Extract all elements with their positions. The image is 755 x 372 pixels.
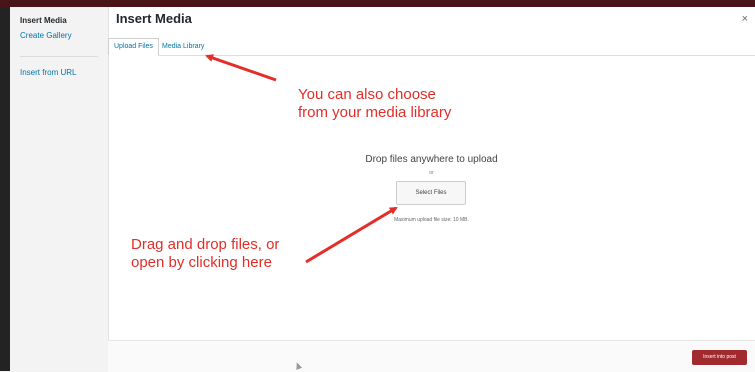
insert-into-post-button[interactable]: Insert into post	[692, 350, 747, 365]
media-main: Insert Media × Upload Files Media Librar…	[108, 7, 755, 372]
media-sidebar: Insert Media Create Gallery Insert from …	[10, 7, 109, 371]
annotation-line: open by clicking here	[131, 254, 272, 271]
insert-media-modal: Insert Media Create Gallery Insert from …	[10, 7, 755, 372]
modal-title: Insert Media	[116, 11, 192, 26]
create-gallery-link[interactable]: Create Gallery	[20, 31, 72, 40]
insert-from-url-link[interactable]: Insert from URL	[20, 68, 76, 77]
left-edge	[0, 7, 10, 371]
annotation-line: from your media library	[298, 104, 452, 121]
or-text: or	[429, 170, 434, 176]
drop-files-heading: Drop files anywhere to upload	[365, 154, 498, 165]
media-tabs: Upload Files Media Library	[108, 33, 755, 56]
annotation-line: You can also choose	[298, 86, 436, 103]
select-files-button[interactable]: Select Files	[396, 181, 466, 205]
media-library-annotation: You can also choose from your media libr…	[298, 86, 451, 122]
sidebar-title: Insert Media	[20, 16, 67, 25]
tab-upload-files[interactable]: Upload Files	[108, 38, 159, 56]
tab-media-library[interactable]: Media Library	[156, 38, 210, 56]
drag-drop-annotation: Drag and drop files, or open by clicking…	[131, 236, 279, 272]
modal-footer: Insert into post	[108, 340, 755, 372]
top-bar	[0, 0, 755, 7]
close-icon[interactable]: ×	[742, 13, 748, 25]
max-upload-size: Maximum upload file size: 10 MB.	[394, 217, 469, 223]
sidebar-divider	[20, 56, 98, 57]
annotation-line: Drag and drop files, or	[131, 236, 280, 253]
